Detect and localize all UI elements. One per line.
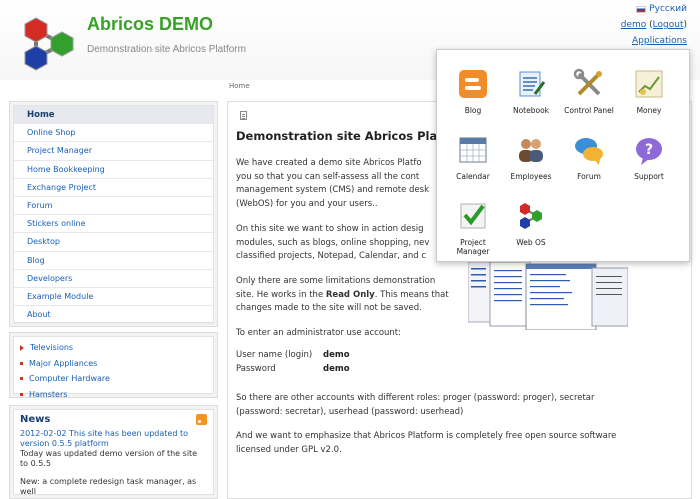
menu-item-project-manager[interactable]: Project Manager — [14, 142, 213, 161]
category-item[interactable]: Computer Hardware — [20, 371, 213, 387]
app-forum[interactable]: Forum — [559, 134, 619, 181]
webos-screenshot-image — [468, 262, 628, 330]
menu-item-online-shop[interactable]: Online Shop — [14, 124, 213, 143]
password-row: Password demo — [236, 364, 350, 374]
news-item-text: Today was updated demo version of the si… — [20, 449, 198, 468]
news-item-text-2: New: a complete redesign task manager, a… — [20, 477, 197, 496]
bullet-icon — [20, 361, 23, 365]
language-link[interactable]: Русский — [649, 4, 687, 14]
support-icon: ? — [636, 138, 662, 165]
breadcrumb[interactable]: Home — [229, 82, 250, 90]
site-subtitle: Demonstration site Abricos Platform — [87, 44, 246, 55]
category-label: Major Appliances — [29, 358, 98, 368]
news-panel: News 2012-02-02 This site has been updat… — [9, 405, 218, 499]
category-label: Hamsters — [29, 389, 68, 399]
username-link[interactable]: demo — [621, 20, 647, 30]
language-switch[interactable]: Русский — [636, 4, 687, 14]
svg-text:?: ? — [645, 142, 653, 158]
bullet-icon — [20, 377, 23, 381]
forum-icon — [575, 138, 603, 165]
expand-arrow-icon — [20, 344, 24, 351]
app-blog[interactable]: Blog — [443, 68, 503, 115]
app-notebook-label: Notebook — [512, 106, 550, 115]
menu-item-stickers-online[interactable]: Stickers online — [14, 215, 213, 234]
app-project-manager[interactable]: Project Manager — [443, 200, 503, 256]
menu-item-forum[interactable]: Forum — [14, 197, 213, 216]
applications-dropdown: Blog Notebook Control Panel Money Calend… — [436, 49, 690, 262]
app-calendar-label: Calendar — [456, 172, 490, 181]
employees-icon — [519, 139, 543, 162]
news-heading: News — [20, 414, 51, 425]
app-notebook[interactable]: Notebook — [501, 68, 561, 115]
menu-item-exchange-project[interactable]: Exchange Project — [14, 179, 213, 197]
menu-item-developers[interactable]: Developers — [14, 270, 213, 288]
rss-icon[interactable] — [196, 414, 207, 425]
app-web-os-label: Web OS — [516, 238, 546, 247]
license-paragraph: And we want to emphasize that Abricos Pl… — [236, 431, 617, 455]
project-manager-icon — [460, 203, 486, 229]
menu-item-example-module[interactable]: Example Module — [14, 288, 213, 307]
app-control-panel-label: Control Panel — [564, 106, 614, 115]
app-employees[interactable]: Employees — [501, 134, 561, 181]
category-label: Televisions — [30, 343, 74, 353]
control-panel-icon — [573, 68, 602, 96]
category-list: Televisions Major Appliances Computer Hard… — [9, 332, 218, 399]
document-icon — [240, 111, 247, 120]
notebook-icon — [519, 71, 546, 97]
menu-item-desktop[interactable]: Desktop — [14, 233, 213, 252]
app-calendar[interactable]: Calendar — [443, 134, 503, 181]
bullet-icon — [20, 392, 23, 396]
webos-icon — [520, 203, 542, 229]
logout-link[interactable]: Logout — [653, 20, 684, 30]
app-web-os[interactable]: Web OS — [501, 200, 561, 247]
app-money-label: Money — [636, 106, 662, 115]
app-support[interactable]: ? Support — [619, 134, 679, 181]
calendar-icon — [459, 137, 487, 163]
accounts-paragraph: So there are other accounts with differe… — [236, 393, 595, 417]
app-blog-label: Blog — [464, 106, 482, 115]
app-forum-label: Forum — [577, 172, 601, 181]
category-item[interactable]: Televisions — [20, 340, 213, 356]
site-title[interactable]: Abricos DEMO — [87, 14, 213, 35]
category-item[interactable]: Hamsters — [20, 387, 213, 403]
main-menu: Home Online Shop Project Manager Home Bookk… — [9, 101, 218, 327]
russian-flag-icon — [636, 5, 647, 13]
category-label: Computer Hardware — [29, 374, 110, 384]
menu-item-home[interactable]: Home — [14, 106, 213, 125]
applications-menu: Applications — [632, 36, 687, 46]
page-title: Demonstration site Abricos Platf — [236, 129, 448, 143]
user-line: demo (Logout) — [620, 20, 687, 30]
app-control-panel[interactable]: Control Panel — [559, 68, 619, 115]
abricos-logo-icon[interactable] — [20, 14, 76, 74]
blog-icon — [459, 70, 487, 98]
menu-item-blog[interactable]: Blog — [14, 252, 213, 270]
category-item[interactable]: Major Appliances — [20, 356, 213, 372]
app-project-manager-label: Project Manager — [456, 238, 490, 256]
app-employees-label: Employees — [510, 172, 552, 181]
money-icon — [635, 70, 663, 98]
login-row: User name (login) demo — [236, 350, 350, 360]
app-money[interactable]: Money — [619, 68, 679, 115]
app-support-label: Support — [634, 172, 664, 181]
applications-link[interactable]: Applications — [632, 36, 687, 46]
menu-item-about[interactable]: About — [14, 306, 213, 325]
news-item-title[interactable]: 2012-02-02 This site has been updated to… — [20, 429, 207, 449]
menu-item-home-bookkeeping[interactable]: Home Bookkeeping — [14, 161, 213, 179]
